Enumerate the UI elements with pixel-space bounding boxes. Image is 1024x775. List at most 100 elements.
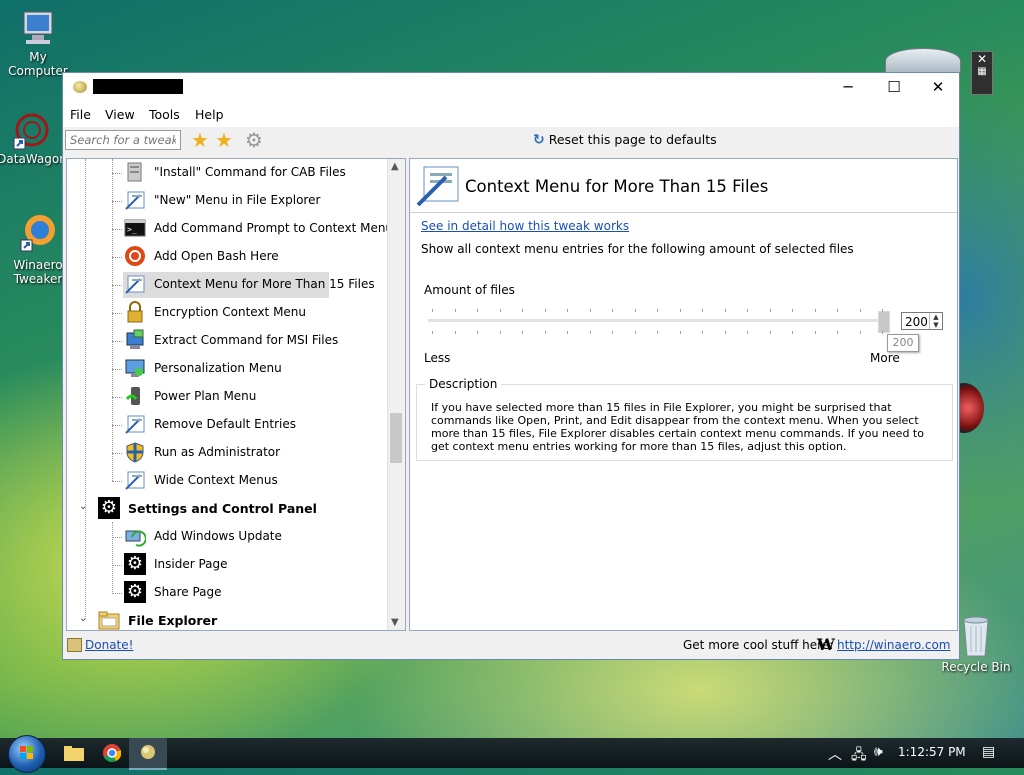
slider-tick — [859, 331, 861, 334]
chevron-down-icon[interactable]: ⌄ — [79, 501, 87, 512]
tree-item-selected[interactable]: Context Menu for More Than 15 Files — [123, 272, 375, 298]
tree-item[interactable]: ⚙ Share Page — [112, 580, 372, 606]
volume-icon[interactable]: 🕪 — [874, 744, 883, 760]
scrollbar-thumb[interactable] — [390, 413, 402, 463]
tree-scrollbar[interactable]: ▲ ▼ — [387, 159, 405, 630]
tree-item[interactable]: Personalization Menu — [112, 356, 372, 382]
spin-down-icon[interactable]: ▼ — [929, 321, 942, 329]
tree-item-label: Add Command Prompt to Context Menu — [154, 221, 394, 235]
tree-item[interactable]: Remove Default Entries — [112, 412, 372, 438]
taskbar-file-explorer[interactable] — [55, 738, 93, 768]
slider-tick — [634, 331, 636, 334]
tree-item-label: Encryption Context Menu — [154, 305, 307, 319]
tree-item[interactable]: "New" Menu in File Explorer — [112, 188, 372, 214]
tree-item-label: Run as Administrator — [154, 445, 281, 459]
slider-tick — [634, 309, 636, 312]
recycle-bin-top-icon — [885, 48, 961, 74]
slider-tick — [859, 309, 861, 312]
menu-view[interactable]: View — [105, 107, 135, 122]
tree-item[interactable]: "Install" Command for CAB Files — [112, 160, 372, 186]
desktop-icon-datawagon[interactable]: DataWagon — [0, 110, 70, 166]
close-button[interactable]: ✕ — [915, 73, 961, 101]
slider-tick — [522, 309, 523, 312]
amount-label: Amount of files — [424, 283, 515, 297]
scroll-up-icon[interactable]: ▲ — [391, 161, 399, 172]
tree-item[interactable]: Wide Context Menus — [112, 468, 372, 494]
slider-tick — [477, 331, 478, 334]
tree-item[interactable]: Run as Administrator — [112, 440, 372, 466]
tree-category-file-explorer[interactable]: File Explorer — [97, 608, 357, 630]
app-icon — [73, 81, 87, 93]
computer-icon — [18, 8, 58, 48]
tree-item[interactable]: Add Windows Update — [112, 524, 372, 550]
slider-tick — [454, 331, 456, 334]
detail-link[interactable]: See in detail how this tweak works — [421, 219, 629, 233]
tree-item[interactable]: >_ Add Command Prompt to Context Menu — [112, 216, 393, 242]
gear-icon: ⚙ — [98, 497, 120, 519]
slider-tick — [724, 331, 726, 334]
slider-tick — [432, 331, 433, 334]
context-menu-icon — [124, 273, 146, 295]
taskbar-chrome[interactable] — [93, 738, 131, 768]
msi-icon — [124, 329, 146, 351]
tree-item[interactable]: Extract Command for MSI Files — [112, 328, 372, 354]
svg-text:>_: >_ — [127, 225, 137, 234]
sidebar-widget[interactable]: ✕ ▦ — [971, 51, 993, 95]
minimize-button[interactable]: ─ — [825, 73, 871, 101]
maximize-button[interactable]: ☐ — [871, 73, 917, 101]
slider-tick — [702, 309, 703, 312]
power-plan-icon — [124, 385, 146, 407]
search-input[interactable] — [65, 130, 181, 150]
taskbar-winaero-tweaker[interactable] — [129, 738, 167, 770]
tree-item-label: Remove Default Entries — [154, 417, 296, 431]
amount-slider-track[interactable] — [428, 319, 883, 322]
ubuntu-icon — [124, 245, 146, 267]
menu-help[interactable]: Help — [195, 107, 224, 122]
chrome-icon — [103, 744, 122, 762]
header-divider — [410, 212, 957, 213]
slider-tick — [544, 309, 546, 312]
reset-icon: ↻ — [533, 132, 545, 148]
slider-tick — [769, 331, 771, 334]
chevron-down-icon[interactable]: ⌄ — [79, 613, 87, 624]
title-bar[interactable]: ─ ☐ ✕ — [63, 73, 959, 101]
reset-page-button[interactable]: ↻ Reset this page to defaults — [533, 132, 717, 148]
chevron-up-icon[interactable]: ︿ — [828, 744, 842, 764]
desktop-icon-my-computer[interactable]: My Computer — [0, 8, 76, 78]
action-center-icon[interactable]: ▤ — [982, 744, 995, 760]
clock[interactable]: 1:12:57 PM — [898, 745, 966, 759]
amount-spinbox[interactable]: 200 ▲ ▼ — [901, 312, 943, 330]
tree-item-label: "Install" Command for CAB Files — [154, 165, 346, 179]
network-icon[interactable]: 🖧 — [851, 744, 867, 768]
tree-item[interactable]: Power Plan Menu — [112, 384, 372, 410]
tree-category-settings[interactable]: ⚙ Settings and Control Panel — [97, 496, 357, 522]
bookmarks-star-icon[interactable]: ★ — [215, 130, 233, 150]
tree-item[interactable]: ⚙ Insider Page — [112, 552, 372, 578]
donate-link[interactable]: Donate! — [85, 638, 133, 652]
instruction-text: Show all context menu entries for the fo… — [421, 242, 854, 256]
slider-tick — [544, 331, 546, 334]
folder-icon — [98, 609, 120, 630]
slider-tick — [792, 331, 793, 334]
tree-item-label: Add Windows Update — [154, 529, 282, 543]
menu-tools[interactable]: Tools — [149, 107, 180, 122]
desktop-icon-label: Recycle Bin — [941, 660, 1011, 674]
tweak-tree[interactable]: "Install" Command for CAB Files "New" Me… — [66, 158, 406, 631]
close-icon[interactable]: ✕ — [972, 52, 992, 66]
slider-tick — [702, 331, 703, 334]
tree-item[interactable]: Encryption Context Menu — [112, 300, 372, 326]
winaero-link[interactable]: http://winaero.com — [837, 638, 951, 652]
menu-file[interactable]: File — [70, 107, 91, 122]
tree-item[interactable]: Add Open Bash Here — [112, 244, 372, 270]
tree-item-label: Power Plan Menu — [154, 389, 257, 403]
recycle-bin-icon — [956, 612, 996, 658]
spin-up-icon[interactable]: ▲ — [929, 313, 942, 321]
settings-gear-icon[interactable]: ⚙ — [245, 130, 263, 150]
tree-item-label: Personalization Menu — [154, 361, 282, 375]
start-button[interactable] — [8, 735, 46, 773]
amount-slider-thumb[interactable] — [878, 311, 890, 333]
slider-tick — [499, 309, 501, 312]
scroll-down-icon[interactable]: ▼ — [391, 617, 399, 628]
grid-icon[interactable]: ▦ — [972, 66, 992, 77]
add-bookmark-star-icon[interactable]: ★ — [191, 130, 209, 150]
